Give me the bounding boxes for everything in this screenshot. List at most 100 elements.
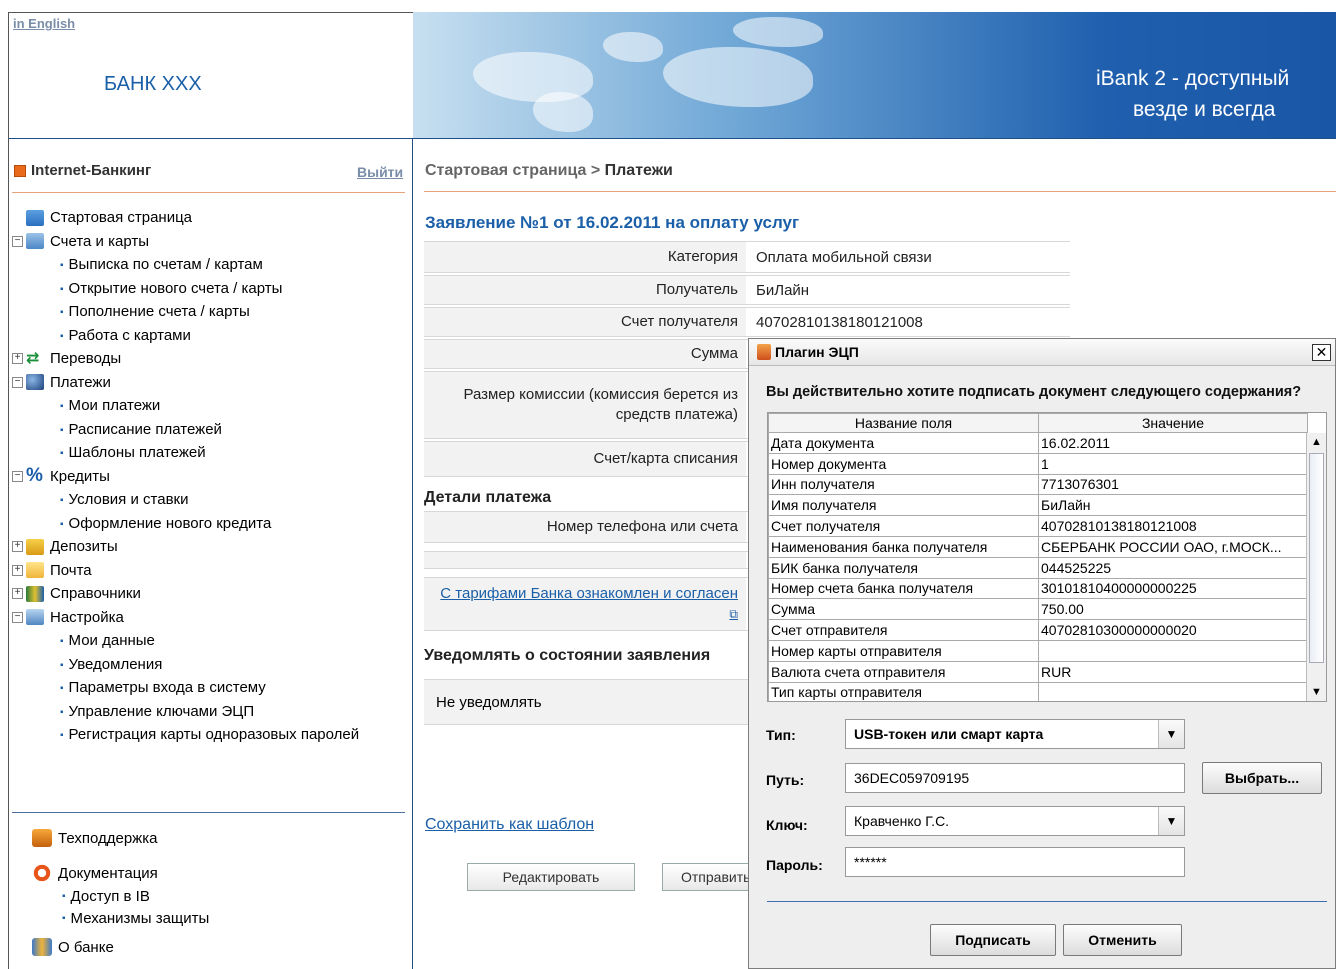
sidebar-item-13[interactable]: Оформление нового кредита xyxy=(12,512,408,536)
chevron-down-icon[interactable]: ▼ xyxy=(1158,807,1184,835)
scroll-up-icon[interactable]: ▲ xyxy=(1307,433,1326,451)
expand-icon[interactable]: + xyxy=(12,588,23,600)
edit-button[interactable]: Редактировать xyxy=(467,863,635,891)
breadcrumb-root[interactable]: Стартовая страница xyxy=(425,162,586,179)
path-input[interactable]: 36DEC059709195 xyxy=(845,763,1185,793)
field-name-cell: Номер документа xyxy=(768,452,1039,475)
sidebar-item-support[interactable]: Техподдержка xyxy=(32,826,402,850)
collapse-icon[interactable]: − xyxy=(12,376,23,388)
sidebar-item-10[interactable]: Шаблоны платежей xyxy=(12,441,408,465)
collapse-icon[interactable]: − xyxy=(12,611,23,623)
tariff-link[interactable]: С тарифами Банка ознакомлен и согласен ⧉ xyxy=(430,584,738,624)
sidebar-item-18[interactable]: Мои данные xyxy=(12,629,408,653)
password-field[interactable]: ****** xyxy=(845,847,1185,877)
sidebar-item-2[interactable]: Выписка по счетам / картам xyxy=(12,253,408,277)
close-icon[interactable]: ✕ xyxy=(1312,344,1331,361)
table-row[interactable]: Номер счета банка получателя 301018104000… xyxy=(768,577,1308,600)
table-row[interactable]: Счет отправителя 40702810300000000020 xyxy=(768,619,1308,641)
sidebar-item-docs-security[interactable]: Механизмы защиты xyxy=(32,907,402,929)
tariff-cell: С тарифами Банка ознакомлен и согласен ⧉ xyxy=(424,578,746,630)
sidebar-item-11[interactable]: −% Кредиты xyxy=(12,465,408,489)
sidebar-item-label: Мои платежи xyxy=(68,397,161,414)
sidebar-item-4[interactable]: Пополнение счета / карты xyxy=(12,300,408,324)
sidebar-item-label: Мои данные xyxy=(68,632,155,649)
sidebar-item-9[interactable]: Расписание платежей xyxy=(12,418,408,442)
cancel-button[interactable]: Отменить xyxy=(1063,924,1182,956)
sidebar-item-0[interactable]: Стартовая страница xyxy=(12,206,408,230)
scroll-down-icon[interactable]: ▼ xyxy=(1307,683,1326,701)
sidebar-item-22[interactable]: Регистрация карты одноразовых паролей xyxy=(12,723,408,747)
field-name-cell: Тип карты отправителя xyxy=(768,681,1039,701)
docs-access-label: Доступ в IB xyxy=(70,887,150,905)
expand-icon[interactable]: + xyxy=(12,353,23,365)
sidebar-item-7[interactable]: − Платежи xyxy=(12,371,408,395)
table-row[interactable]: Номер документа 1 xyxy=(768,452,1308,475)
sidebar-item-1[interactable]: − Счета и карты xyxy=(12,230,408,254)
table-row[interactable]: Номер карты отправителя xyxy=(768,639,1308,662)
sidebar-item-label: Платежи xyxy=(50,373,111,391)
collapse-icon[interactable]: − xyxy=(12,470,23,482)
sidebar-item-docs-access[interactable]: Доступ в IB xyxy=(32,885,402,907)
key-select[interactable]: Кравченко Г.С. ▼ xyxy=(845,806,1185,836)
expand-icon[interactable]: + xyxy=(12,564,23,576)
collapse-icon[interactable]: − xyxy=(12,235,23,247)
table-row[interactable]: Инн получателя 7713076301 xyxy=(768,473,1308,496)
choose-button[interactable]: Выбрать... xyxy=(1202,762,1322,794)
details-header: Детали платежа xyxy=(424,489,552,506)
save-template-link[interactable]: Сохранить как шаблон xyxy=(425,816,594,834)
column-header-value[interactable]: Значение xyxy=(1038,413,1308,433)
sidebar-item-20[interactable]: Параметры входа в систему xyxy=(12,676,408,700)
logo-area: in English БАНК XXX xyxy=(8,12,413,138)
table-row[interactable]: Валюта счета отправителя RUR xyxy=(768,660,1308,683)
lifebuoy-icon xyxy=(32,864,52,882)
arrows-icon: ⇄ xyxy=(26,349,40,367)
empty-label xyxy=(424,552,746,568)
expand-icon[interactable]: + xyxy=(12,541,23,553)
table-row[interactable]: Дата документа 16.02.2011 xyxy=(768,432,1308,454)
sidebar-item-label: Переводы xyxy=(50,350,122,368)
sidebar-item-15[interactable]: + Почта xyxy=(12,559,408,583)
field-value-cell xyxy=(1038,681,1308,701)
table-row[interactable]: Тип карты отправителя xyxy=(768,681,1308,701)
sidebar-item-label: Условия и ставки xyxy=(68,491,189,508)
logout-link[interactable]: Выйти xyxy=(357,164,403,180)
sidebar-item-about[interactable]: О банке xyxy=(32,935,402,959)
external-link-icon: ⧉ xyxy=(729,607,738,621)
debit-label: Счет/карта списания xyxy=(424,442,746,476)
page-root: in English БАНК XXX iBank 2 - доступный … xyxy=(0,0,1336,969)
chevron-down-icon[interactable]: ▼ xyxy=(1158,720,1184,748)
table-row[interactable]: Имя получателя БиЛайн xyxy=(768,494,1308,517)
sidebar-item-19[interactable]: Уведомления xyxy=(12,653,408,677)
table-row[interactable]: Счет получателя 40702810138180121008 xyxy=(768,515,1308,537)
password-value: ****** xyxy=(854,854,887,870)
column-header-field[interactable]: Название поля xyxy=(768,413,1039,433)
sidebar-item-16[interactable]: + Справочники xyxy=(12,582,408,606)
sidebar-item-12[interactable]: Условия и ставки xyxy=(12,488,408,512)
field-name-cell: Инн получателя xyxy=(768,473,1039,496)
sidebar-item-3[interactable]: Открытие нового счета / карты xyxy=(12,277,408,301)
sidebar-item-5[interactable]: Работа с картами xyxy=(12,324,408,348)
sidebar-item-label: Шаблоны платежей xyxy=(68,444,206,461)
sidebar-item-docs[interactable]: Документация xyxy=(32,861,402,885)
table-row[interactable]: Сумма 750.00 xyxy=(768,598,1308,621)
type-select[interactable]: USB-токен или смарт карта ▼ xyxy=(845,719,1185,749)
sidebar-item-8[interactable]: Мои платежи xyxy=(12,394,408,418)
dialog-titlebar[interactable]: Плагин ЭЦП xyxy=(749,339,1335,366)
sidebar-item-label: Управление ключами ЭЦП xyxy=(68,702,255,720)
sidebar-item-17[interactable]: − Настройка xyxy=(12,606,408,630)
breadcrumb-current: Платежи xyxy=(604,162,673,179)
sign-button[interactable]: Подписать xyxy=(930,924,1056,956)
table-row[interactable]: БИК банка получателя 044525225 xyxy=(768,556,1308,579)
sidebar-item-21[interactable]: Управление ключами ЭЦП xyxy=(12,700,408,724)
table-row[interactable]: Наименования банка получателя СБЕРБАНК РО… xyxy=(768,535,1308,558)
building-icon xyxy=(32,938,52,956)
scroll-thumb[interactable] xyxy=(1309,453,1324,663)
coins-icon xyxy=(26,538,44,555)
lang-english-link[interactable]: in English xyxy=(13,16,75,31)
sidebar-item-14[interactable]: + Депозиты xyxy=(12,535,408,559)
monitor-icon xyxy=(26,209,44,226)
row-category: Категория Оплата мобильной связи xyxy=(424,241,1070,273)
sidebar-item-6[interactable]: + ⇄ Переводы xyxy=(12,347,408,371)
table-scrollbar[interactable]: ▲ ▼ xyxy=(1306,433,1326,701)
field-name-cell: Номер счета банка получателя xyxy=(768,577,1039,600)
